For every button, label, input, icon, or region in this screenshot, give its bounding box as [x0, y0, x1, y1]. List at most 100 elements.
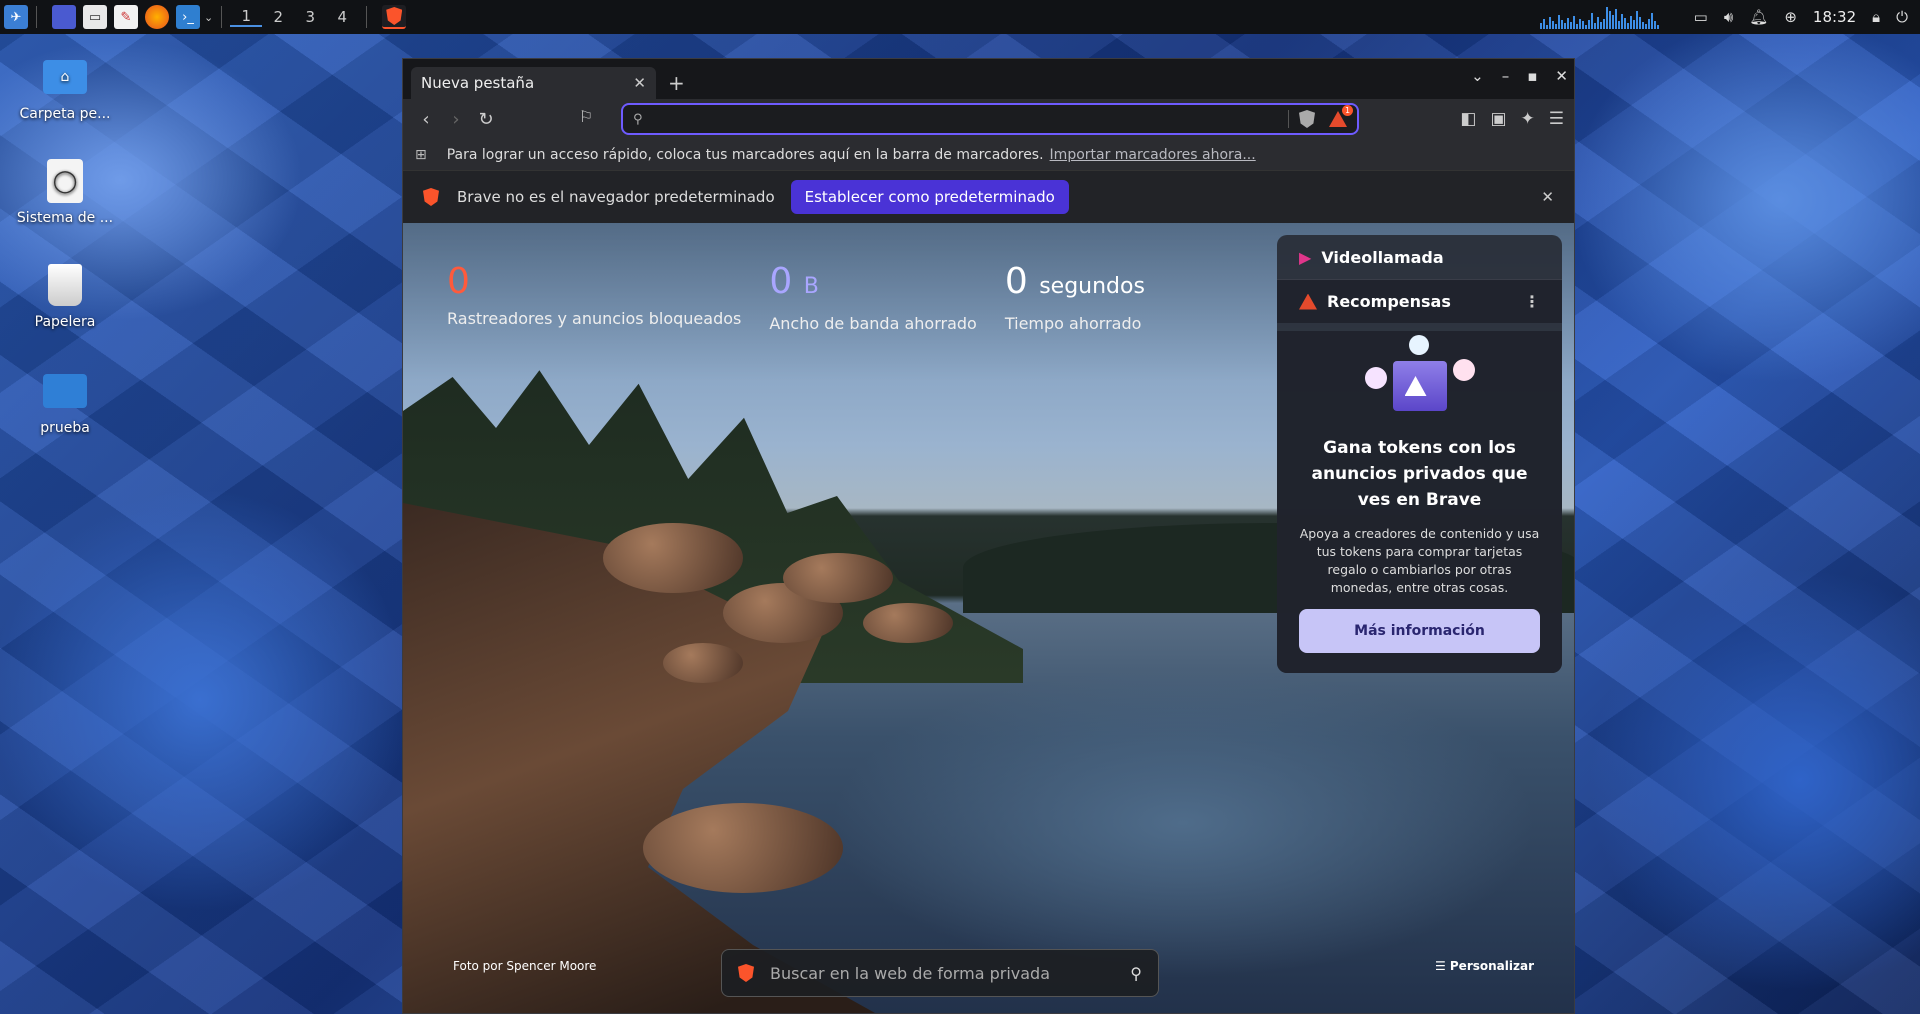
- desktop-item-prueba[interactable]: prueba: [10, 368, 120, 436]
- rewards-title: Gana tokens con los anuncios privados qu…: [1311, 438, 1528, 510]
- stat-time: 0 segundos Tiempo ahorrado: [1005, 261, 1145, 333]
- workspace-2[interactable]: 2: [262, 8, 294, 26]
- window-controls: ⌄ – ▪ ✕: [1471, 67, 1568, 85]
- brave-logo-icon: [423, 188, 439, 206]
- apps-grid-icon[interactable]: ⊞: [415, 147, 427, 163]
- brave-task-icon[interactable]: [382, 5, 407, 29]
- photo-credit[interactable]: Foto por Spencer Moore: [453, 959, 596, 973]
- workspace-4[interactable]: 4: [326, 8, 358, 26]
- volume-icon[interactable]: 🔊︎: [1724, 8, 1733, 26]
- private-search-box[interactable]: Buscar en la web de forma privada ⚲: [721, 949, 1159, 997]
- lock-icon[interactable]: 🔒︎: [1872, 8, 1880, 26]
- desktop-item-home[interactable]: ⌂ Carpeta pe...: [10, 54, 120, 122]
- default-browser-infobar: Brave no es el navegador predeterminado …: [403, 171, 1574, 223]
- cpu-graph: [1539, 5, 1670, 29]
- rewards-label: Recompensas: [1327, 292, 1451, 311]
- menu-icon[interactable]: ☰: [1549, 109, 1564, 129]
- desktop-item-label: Papelera: [34, 314, 96, 330]
- trackers-value: 0: [447, 261, 470, 302]
- chevron-down-icon[interactable]: ⌄: [204, 11, 213, 24]
- home-folder-icon: ⌂: [42, 54, 88, 100]
- time-label: Tiempo ahorrado: [1004, 314, 1142, 333]
- background-rock: [863, 603, 953, 643]
- desktop-item-label: Sistema de ...: [16, 210, 114, 226]
- wallet-icon[interactable]: ▣: [1490, 109, 1506, 129]
- bandwidth-value: 0: [769, 261, 793, 302]
- desktop-item-trash[interactable]: Papelera: [10, 262, 120, 330]
- drive-icon: ◯: [42, 158, 88, 204]
- forward-icon[interactable]: ›: [441, 109, 471, 130]
- search-icon[interactable]: ⚲: [1130, 964, 1142, 983]
- back-icon[interactable]: ‹: [411, 109, 441, 130]
- background-rock: [663, 643, 743, 683]
- update-icon[interactable]: ⊕: [1784, 8, 1797, 26]
- tab-new-tab[interactable]: Nueva pestaña ✕: [411, 67, 656, 99]
- taskbar-divider: [36, 6, 37, 28]
- toolbar: ‹ › ↻ ⚐ ⚲ 1 ◧ ▣ ✦ ☰: [403, 99, 1574, 139]
- videocall-label: Videollamada: [1321, 247, 1444, 267]
- customize-label: Personalizar: [1449, 959, 1534, 973]
- address-bar[interactable]: ⚲ 1: [621, 103, 1359, 135]
- trash-icon: [42, 262, 88, 308]
- taskbar-divider: [366, 6, 368, 28]
- rewards-description: Apoya a creadores de contenido y usa tus…: [1299, 526, 1540, 595]
- screen-icon[interactable]: ▭: [1694, 8, 1708, 26]
- logout-icon[interactable]: ⏻: [1896, 8, 1908, 26]
- background-rock: [643, 803, 843, 893]
- set-default-button[interactable]: Establecer como predeterminado: [790, 180, 1069, 214]
- bat-icon: [1299, 293, 1317, 310]
- minimize-icon[interactable]: –: [1502, 67, 1510, 85]
- tab-title: Nueva pestaña: [421, 74, 535, 92]
- workspace-1[interactable]: 1: [230, 7, 263, 27]
- bookmark-icon[interactable]: ⚐: [571, 107, 601, 126]
- desktop-icon[interactable]: [52, 5, 76, 29]
- video-camera-icon: ▶: [1299, 247, 1312, 267]
- reload-icon[interactable]: ↻: [471, 109, 501, 130]
- bandwidth-unit: B: [803, 274, 819, 299]
- workspace-3[interactable]: 3: [294, 8, 326, 26]
- search-placeholder: Buscar en la web de forma privada: [770, 963, 1050, 983]
- sliders-icon: ☰: [1434, 959, 1450, 973]
- text-editor-icon[interactable]: ✎: [114, 5, 138, 29]
- background-rock: [603, 523, 743, 593]
- terminal-icon[interactable]: ›_: [176, 5, 200, 29]
- stats: 0 Rastreadores y anuncios bloqueados 0 B…: [447, 261, 1145, 333]
- sidebar-icon[interactable]: ◧: [1460, 109, 1476, 129]
- trackers-label: Rastreadores y anuncios bloqueados: [447, 309, 742, 328]
- desktop-item-label: Carpeta pe...: [19, 106, 111, 122]
- import-bookmarks-link[interactable]: Importar marcadores ahora...: [1050, 147, 1256, 163]
- close-tab-icon[interactable]: ✕: [633, 74, 646, 92]
- bookmarks-hint: Para lograr un acceso rápido, coloca tus…: [446, 146, 1044, 163]
- brave-rewards-icon[interactable]: 1: [1329, 105, 1353, 127]
- url-divider: [1288, 110, 1289, 128]
- browser-window: Nueva pestaña ✕ + ⌄ – ▪ ✕ ‹ › ↻ ⚐ ⚲ 1 ◧ …: [402, 58, 1575, 1014]
- background-rock: [783, 553, 893, 603]
- notifications-icon[interactable]: 🔔︎: [1749, 8, 1768, 26]
- url-input[interactable]: [652, 110, 1288, 128]
- firefox-icon[interactable]: [145, 5, 169, 29]
- close-window-icon[interactable]: ✕: [1555, 67, 1568, 85]
- tab-search-icon[interactable]: ⌄: [1471, 67, 1484, 85]
- desktop-item-system[interactable]: ◯ Sistema de ...: [10, 158, 120, 226]
- desktop-item-label: prueba: [40, 420, 90, 436]
- notification-badge: 1: [1342, 105, 1353, 116]
- tab-strip: Nueva pestaña ✕ + ⌄ – ▪ ✕: [403, 59, 1574, 99]
- bandwidth-label: Ancho de banda ahorrado: [769, 314, 977, 333]
- widget-stack: ▶ Videollamada Recompensas ⋮ Gana tokens…: [1277, 235, 1562, 673]
- file-manager-icon[interactable]: ▭: [83, 5, 107, 29]
- bookmarks-bar: ⊞ Para lograr un acceso rápido, coloca t…: [403, 139, 1574, 171]
- new-tab-page: 0 Rastreadores y anuncios bloqueados 0 B…: [403, 223, 1574, 1013]
- taskbar: ✈ ▭ ✎ ›_ ⌄ 1 2 3 4 ▭ 🔊︎ 🔔︎ ⊕ 18:32 🔒︎ ⏻: [0, 0, 1920, 34]
- maximize-icon[interactable]: ▪: [1527, 67, 1537, 85]
- learn-more-button[interactable]: Más información: [1299, 609, 1540, 653]
- videocall-widget[interactable]: ▶ Videollamada: [1277, 235, 1562, 279]
- close-infobar-icon[interactable]: ✕: [1541, 188, 1554, 206]
- clock[interactable]: 18:32: [1813, 8, 1856, 26]
- more-options-icon[interactable]: ⋮: [1524, 292, 1540, 311]
- brave-shields-icon[interactable]: [1299, 110, 1315, 128]
- new-tab-button[interactable]: +: [668, 67, 685, 99]
- leo-ai-icon[interactable]: ✦: [1521, 109, 1535, 129]
- customize-button[interactable]: ☰ Personalizar: [1435, 959, 1534, 973]
- app-menu-icon[interactable]: ✈: [4, 5, 28, 29]
- infobar-text: Brave no es el navegador predeterminado: [457, 188, 775, 206]
